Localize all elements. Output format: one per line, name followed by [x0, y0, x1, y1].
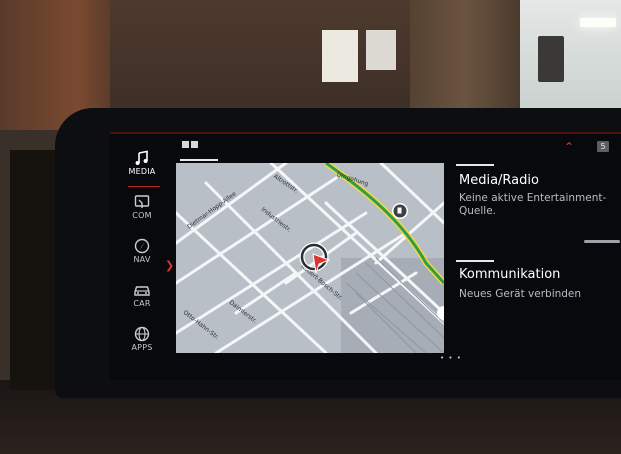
card-tab-indicator [456, 164, 494, 166]
active-menu-indicator [128, 186, 160, 187]
car-icon [134, 286, 150, 296]
card-subtitle: Neues Gerät verbinden [459, 288, 582, 300]
card-tab-indicator [456, 260, 494, 262]
background-lamp [580, 18, 616, 27]
ambient-light-line [110, 132, 621, 134]
sidebar-item-media[interactable]: MEDIA [122, 150, 162, 190]
card-title: Kommunikation [459, 267, 561, 282]
navigation-icon [134, 238, 150, 254]
background-notice-sheet [322, 30, 358, 82]
background-notice-sheet [366, 30, 396, 70]
sidebar-item-nav[interactable]: NAV [122, 238, 162, 278]
sidebar-item-com[interactable]: COM [122, 194, 162, 234]
page-indicator: • • • [440, 354, 462, 362]
vehicle-position-arrow-icon [299, 242, 331, 274]
status-badge: 5 [597, 141, 609, 152]
sidebar-item-label: NAV [133, 255, 151, 264]
map-tab-indicator [180, 159, 218, 161]
sidebar-item-label: MEDIA [128, 167, 156, 176]
sidebar-item-label: APPS [131, 343, 153, 352]
split-view-icon[interactable] [182, 141, 198, 148]
main-menu-sidebar: MEDIA COM NAV CAR APPS [122, 146, 162, 378]
scroll-handle[interactable] [584, 240, 620, 243]
card-subtitle: Keine aktive Entertainment-Quelle. [459, 192, 607, 217]
infotainment-screen: MEDIA COM NAV CAR APPS ❯ ⌃ 5 Dietmar-Hop… [110, 132, 621, 380]
sidebar-item-label: CAR [133, 299, 151, 308]
card-title: Media/Radio [459, 173, 539, 188]
communication-icon [134, 195, 150, 208]
selected-menu-arrow-icon: ❯ [165, 259, 175, 272]
sidebar-item-car[interactable]: CAR [122, 282, 162, 322]
background-device [538, 36, 564, 82]
chevron-up-icon[interactable]: ⌃ [564, 140, 574, 154]
navigation-map[interactable]: Dietmar-Hopp-Allee Altrottstr. Industrie… [176, 163, 444, 353]
music-note-icon [135, 150, 148, 165]
apps-globe-icon [134, 326, 150, 342]
sidebar-item-apps[interactable]: APPS [122, 326, 162, 366]
sidebar-item-label: COM [132, 211, 152, 220]
background-door [410, 0, 520, 120]
